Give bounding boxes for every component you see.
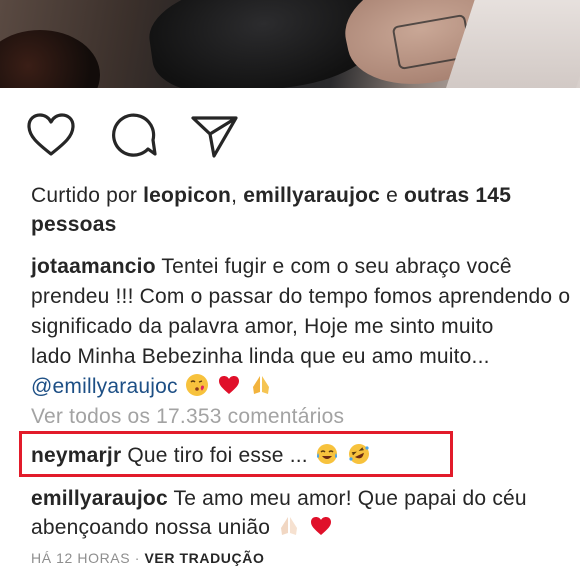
post-photo[interactable]	[0, 0, 580, 88]
liker-username[interactable]: emillyaraujoc	[243, 184, 380, 207]
view-all-comments-link[interactable]: Ver todos os 17.353 comentários	[31, 402, 344, 432]
praying-hands-emoji-icon	[252, 376, 269, 394]
likes-others-link[interactable]: outras 145	[404, 184, 511, 207]
translate-link[interactable]: VER TRADUÇÃO	[144, 550, 264, 566]
caption-line-3: significado da palavra amor, Hoje me sin…	[31, 315, 494, 338]
share-icon[interactable]	[190, 112, 240, 160]
likes-prefix: Curtido por	[31, 184, 138, 207]
photo-dark-object	[0, 30, 100, 88]
caption-username[interactable]: jotaamancio	[31, 255, 156, 278]
caption-line-4: lado Minha Bebezinha linda que eu amo mu…	[31, 345, 490, 368]
post-meta: HÁ 12 HORAS · VER TRADUÇÃO	[31, 550, 264, 566]
likes-line: Curtido por leopicon, emillyaraujoc e ou…	[31, 181, 511, 211]
meta-separator: ·	[134, 550, 140, 566]
caption-line-2: prendeu !!! Com o passar do tempo fomos …	[31, 285, 571, 308]
praying-hands-emoji-icon	[281, 517, 298, 535]
comment-text: abençoando nossa união	[31, 516, 271, 539]
highlight-box	[19, 431, 453, 477]
comment-icon[interactable]	[108, 112, 158, 160]
caption-mention[interactable]: @emillyaraujoc	[31, 375, 178, 398]
likes-conjunction: e	[386, 184, 398, 207]
kiss-emoji-icon	[185, 374, 208, 396]
red-heart-emoji-icon	[218, 376, 239, 394]
likes-separator: ,	[231, 184, 238, 207]
likes-others-cont[interactable]: pessoas	[31, 210, 116, 240]
comment-row-cont: abençoando nossa união	[31, 513, 334, 543]
comment-text: Te amo meu amor! Que papai do céu	[173, 487, 527, 510]
caption-line-5: @emillyaraujoc	[31, 372, 274, 402]
comment-username[interactable]: emillyaraujoc	[31, 487, 168, 510]
comment-row: emillyaraujoc Te amo meu amor! Que papai…	[31, 484, 527, 514]
timestamp: HÁ 12 HORAS	[31, 550, 131, 566]
caption-text: Tentei fugir e com o seu abraço você	[161, 255, 512, 278]
heart-icon[interactable]	[26, 112, 76, 160]
caption-line-1: jotaamancio Tentei fugir e com o seu abr…	[31, 252, 512, 282]
liker-username[interactable]: leopicon	[143, 184, 231, 207]
red-heart-emoji-icon	[311, 517, 332, 535]
